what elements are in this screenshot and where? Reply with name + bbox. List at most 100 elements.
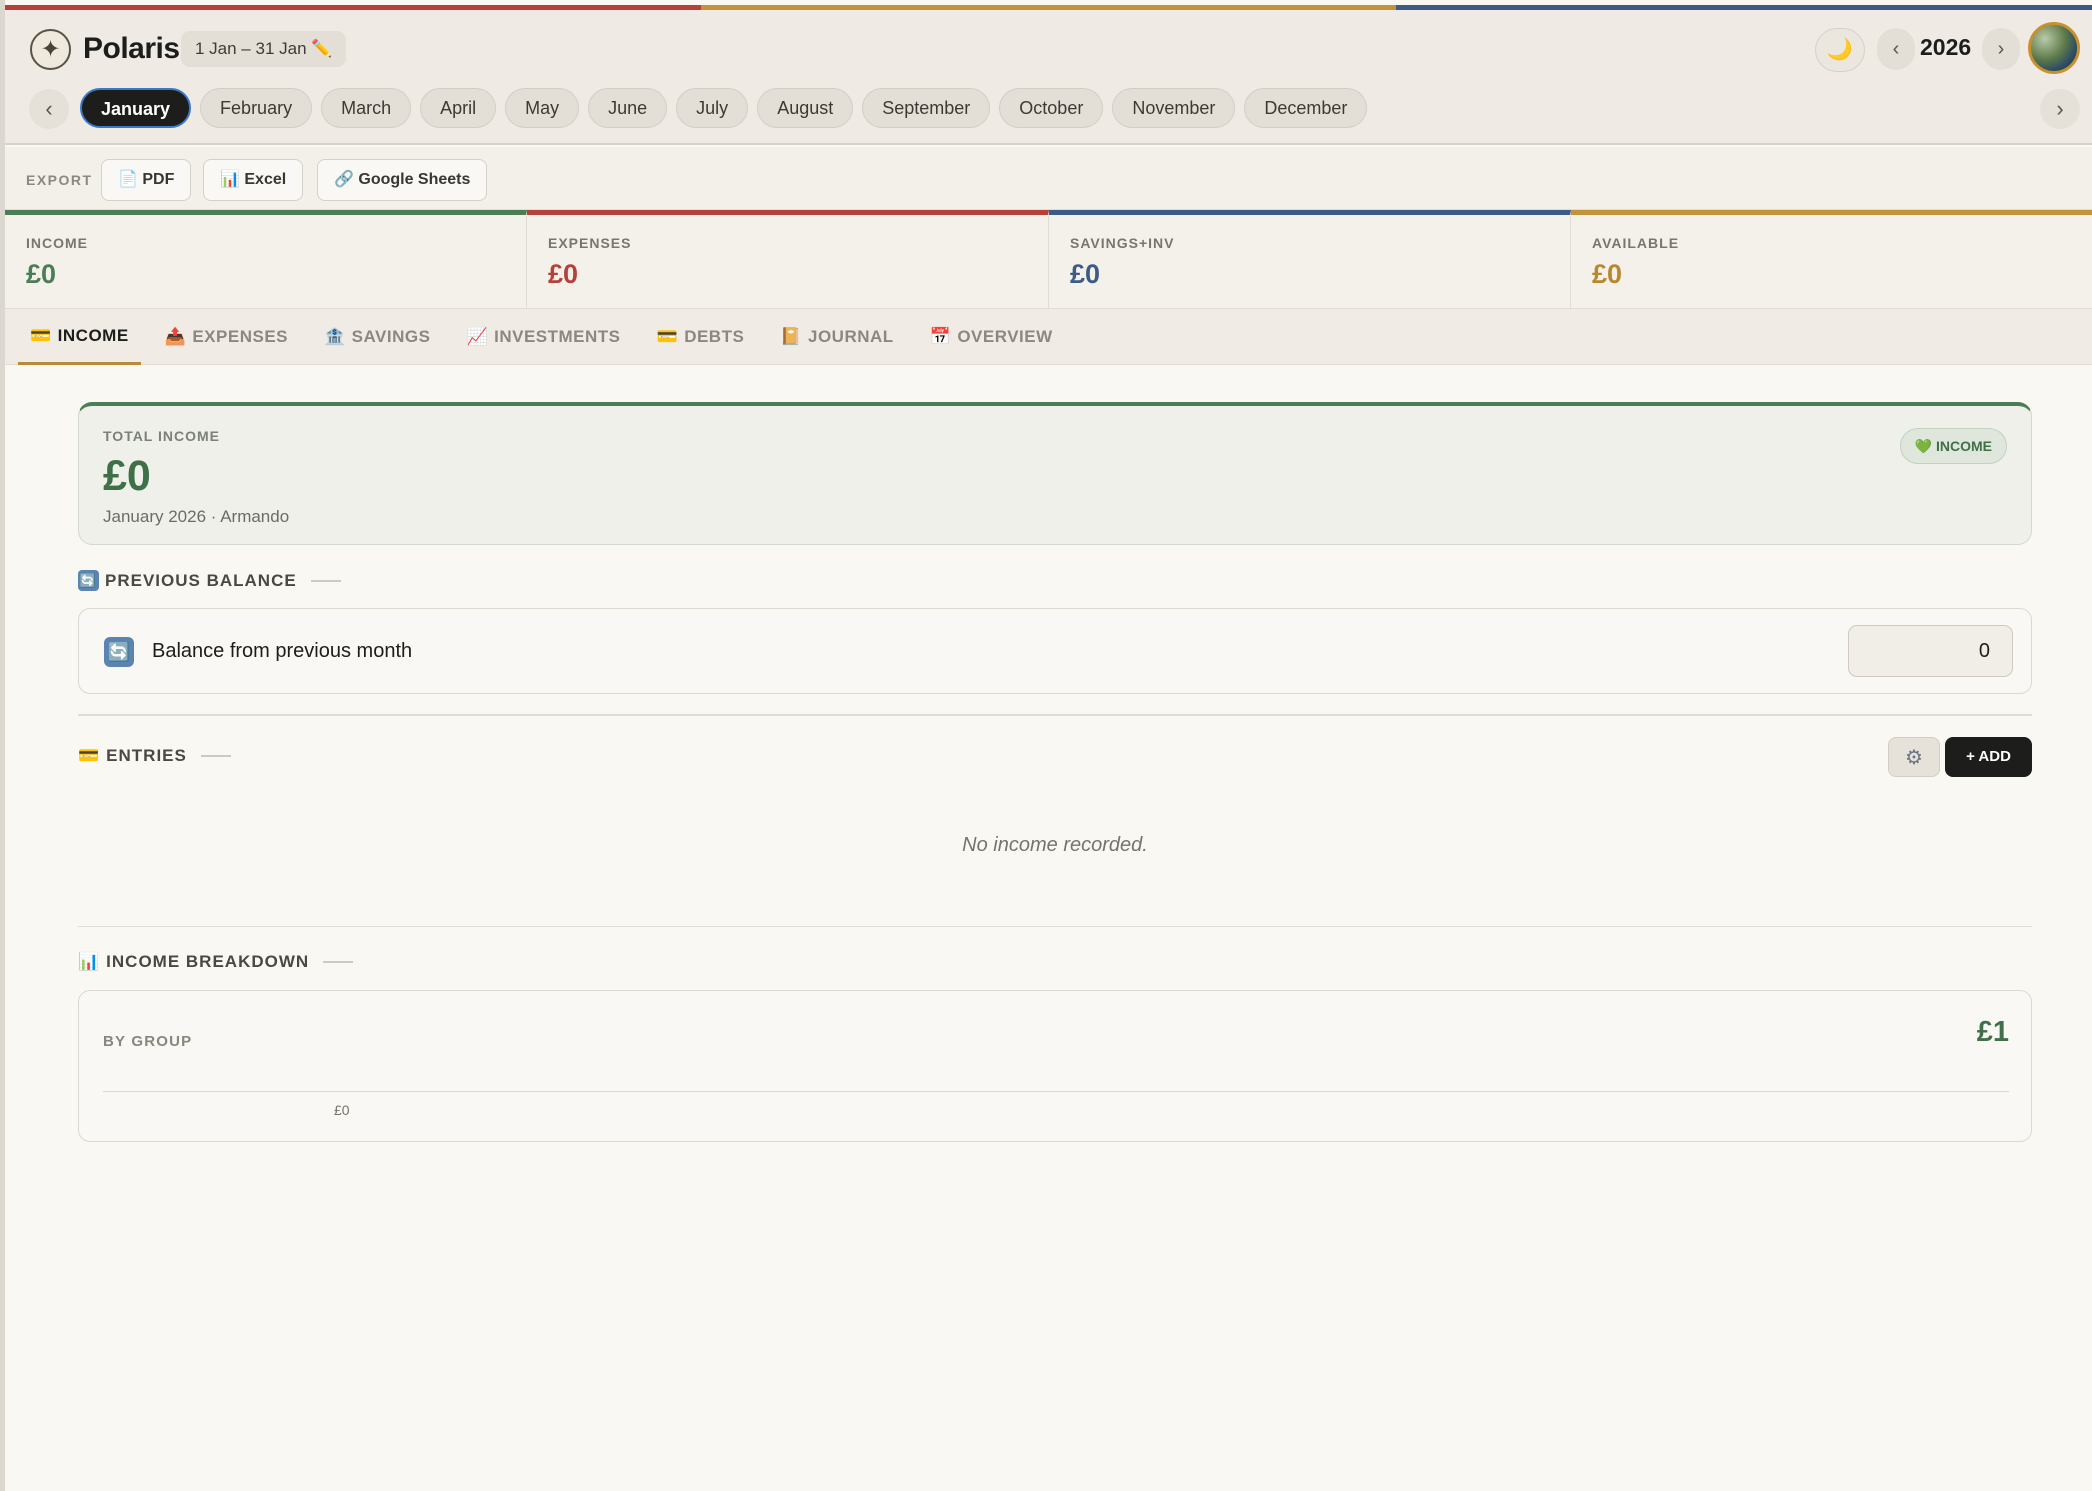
- month-april[interactable]: April: [420, 88, 497, 128]
- total-income-value: £0: [103, 452, 151, 500]
- app: ✦ Polaris 1 Jan – 31 Jan ✏️ 🌙 ‹ 2026 › ‹…: [5, 0, 2092, 1491]
- previous-balance-input[interactable]: 0: [1848, 625, 2013, 677]
- month-october[interactable]: October: [999, 88, 1104, 128]
- export-bar: EXPORT 📄 PDF 📊 Excel 🔗 Google Sheets: [5, 147, 2092, 210]
- tab-label: INCOME: [57, 325, 129, 345]
- avatar[interactable]: [2028, 22, 2080, 74]
- section-title: INCOME BREAKDOWN: [106, 952, 310, 971]
- month-june[interactable]: June: [588, 88, 668, 128]
- tab-expenses[interactable]: 📤 EXPENSES: [153, 309, 300, 365]
- bar-chart-icon: 📊: [220, 171, 240, 188]
- kpi-label: EXPENSES: [548, 235, 632, 251]
- chevron-right-icon: ›: [1997, 37, 2005, 60]
- divider: [78, 714, 2032, 716]
- by-group-label: BY GROUP: [103, 1033, 193, 1050]
- chevron-left-icon: ‹: [1892, 37, 1900, 60]
- previous-balance-row: 🔄 Balance from previous month 0: [78, 608, 2032, 694]
- tab-income[interactable]: 💳 INCOME: [18, 309, 141, 365]
- section-title: ENTRIES: [106, 746, 187, 765]
- refresh-icon: 🔄: [78, 570, 99, 591]
- income-badge: 💚 INCOME: [1899, 428, 2007, 464]
- kpi-label: AVAILABLE: [1592, 235, 1680, 251]
- kpi-label: SAVINGS+INV: [1070, 235, 1175, 251]
- accent-strip: [5, 0, 2092, 10]
- divider: [200, 755, 231, 757]
- card-icon: 💳: [30, 325, 52, 345]
- compass-logo-icon: ✦: [30, 29, 71, 70]
- export-sheets-button[interactable]: 🔗 Google Sheets: [317, 159, 488, 201]
- tab-debts[interactable]: 💳 DEBTS: [645, 309, 757, 365]
- month-selector: January February March April May June Ju…: [80, 88, 1368, 128]
- kpi-savings-inv: SAVINGS+INV £0: [1049, 210, 1571, 308]
- refresh-icon: 🔄: [104, 637, 134, 667]
- export-sheets-label: Google Sheets: [358, 171, 471, 188]
- logo-glyph: ✦: [40, 36, 61, 63]
- export-pdf-button[interactable]: 📄 PDF: [101, 159, 192, 201]
- divider: [323, 961, 354, 963]
- months-next-button[interactable]: ›: [2040, 89, 2080, 129]
- link-icon: 🔗: [334, 171, 354, 188]
- tab-label: SAVINGS: [351, 327, 431, 346]
- card-icon: 💳: [656, 327, 679, 346]
- empty-state-text: No income recorded.: [962, 834, 1148, 856]
- section-tabs: 💳 INCOME 📤 EXPENSES 🏦 SAVINGS 📈 INVESTMENTS …: [5, 309, 2092, 365]
- card-icon: 💳: [78, 746, 101, 765]
- entries-settings-button[interactable]: ⚙: [1888, 737, 1940, 777]
- edit-pencil-icon: ✏️: [311, 39, 333, 58]
- bar-chart-icon: 📊: [78, 952, 101, 971]
- tab-savings[interactable]: 🏦 SAVINGS: [312, 309, 442, 365]
- axis-tick-label: £0: [334, 1102, 350, 1118]
- export-label: EXPORT: [26, 172, 93, 188]
- kpi-value: £0: [26, 259, 57, 289]
- gear-icon: ⚙: [1905, 746, 1923, 769]
- date-range-text: 1 Jan – 31 Jan: [195, 39, 307, 58]
- kpi-value: £0: [548, 259, 579, 289]
- total-income-label: TOTAL INCOME: [103, 428, 220, 444]
- date-range-pill[interactable]: 1 Jan – 31 Jan ✏️: [181, 31, 347, 67]
- tab-investments[interactable]: 📈 INVESTMENTS: [454, 309, 632, 365]
- tab-label: JOURNAL: [807, 327, 894, 346]
- section-title: PREVIOUS BALANCE: [105, 570, 297, 590]
- previous-balance-heading: 🔄 PREVIOUS BALANCE: [78, 570, 341, 591]
- kpi-value: £0: [1070, 259, 1101, 289]
- month-july[interactable]: July: [676, 88, 749, 128]
- tab-label: DEBTS: [684, 327, 745, 346]
- calendar-icon: 📅: [929, 327, 952, 346]
- outbox-icon: 📤: [164, 327, 187, 346]
- total-income-subtitle: January 2026 · Armando: [103, 507, 290, 526]
- tab-label: OVERVIEW: [957, 327, 1053, 346]
- add-entry-button[interactable]: + ADD: [1945, 737, 2032, 777]
- tab-overview[interactable]: 📅 OVERVIEW: [918, 309, 1065, 365]
- export-pdf-label: PDF: [142, 171, 175, 188]
- month-february[interactable]: February: [200, 88, 313, 128]
- month-september[interactable]: September: [862, 88, 991, 128]
- month-march[interactable]: March: [321, 88, 412, 128]
- month-december[interactable]: December: [1244, 88, 1368, 128]
- notebook-icon: 📔: [780, 327, 802, 346]
- income-breakdown-card: BY GROUP £1 £0: [78, 990, 2032, 1142]
- breakdown-total: £1: [1976, 1016, 2009, 1048]
- brand-name: Polaris: [83, 32, 180, 65]
- total-income-card: TOTAL INCOME £0 January 2026 · Armando 💚…: [78, 402, 2032, 545]
- month-january[interactable]: January: [80, 88, 192, 128]
- month-november[interactable]: November: [1112, 88, 1236, 128]
- theme-toggle-button[interactable]: 🌙: [1815, 28, 1865, 72]
- income-breakdown-heading: 📊 INCOME BREAKDOWN: [78, 952, 354, 972]
- kpi-available: AVAILABLE £0: [1571, 210, 2092, 308]
- export-excel-label: Excel: [244, 171, 287, 188]
- month-may[interactable]: May: [505, 88, 580, 128]
- year-label: 2026: [1920, 34, 1972, 60]
- kpi-value: £0: [1592, 259, 1623, 289]
- prev-year-button[interactable]: ‹: [1877, 28, 1915, 70]
- divider: [310, 579, 341, 582]
- bank-icon: 🏦: [324, 327, 346, 346]
- moon-icon: 🌙: [1826, 38, 1854, 61]
- tab-journal[interactable]: 📔 JOURNAL: [768, 309, 905, 365]
- month-august[interactable]: August: [757, 88, 854, 128]
- next-year-button[interactable]: ›: [1982, 28, 2020, 70]
- tab-label: EXPENSES: [192, 327, 288, 346]
- kpi-strip: INCOME £0 EXPENSES £0 SAVINGS+INV £0 AVA…: [5, 210, 2092, 309]
- export-excel-button[interactable]: 📊 Excel: [203, 159, 304, 201]
- kpi-expenses: EXPENSES £0: [527, 210, 1049, 308]
- months-prev-button[interactable]: ‹: [29, 89, 69, 129]
